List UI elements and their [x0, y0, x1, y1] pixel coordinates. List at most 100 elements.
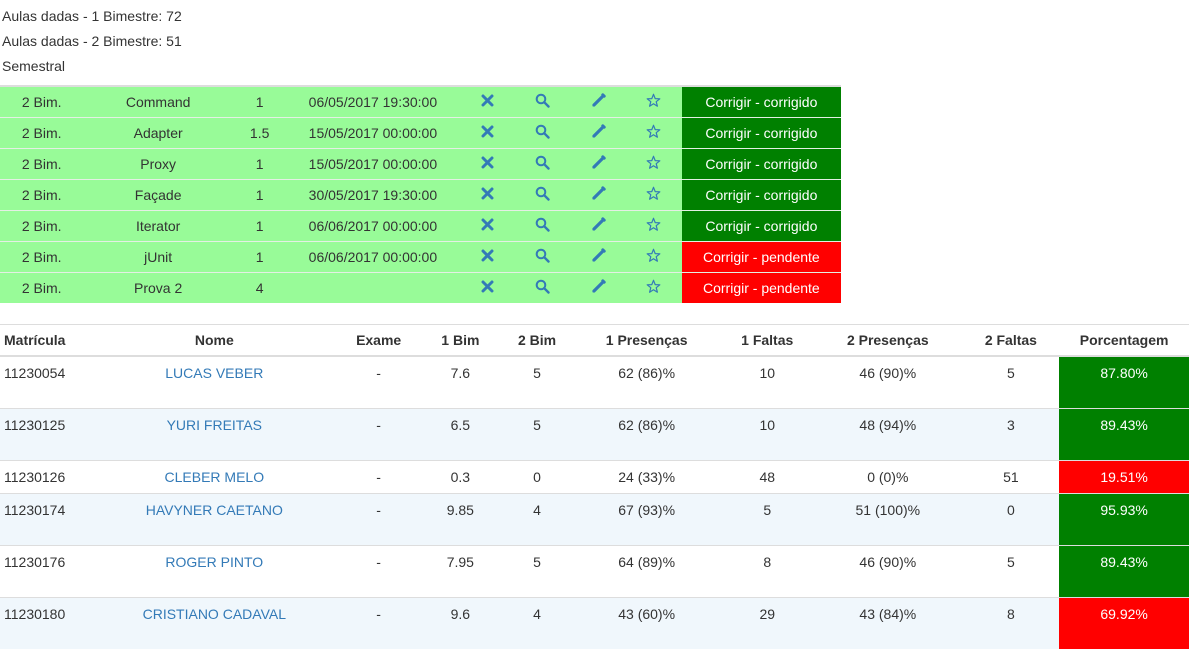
student-porcentagem: 95.93%: [1059, 494, 1189, 546]
edit-icon[interactable]: [591, 186, 606, 201]
assignment-name: Adapter: [83, 118, 233, 149]
correct-status-button[interactable]: Corrigir - corrigido: [682, 86, 841, 118]
header-bim1[interactable]: 1 Bim: [419, 325, 503, 357]
star-icon[interactable]: [646, 155, 661, 170]
star-icon[interactable]: [646, 279, 661, 294]
edit-icon[interactable]: [591, 93, 606, 108]
delete-icon[interactable]: [481, 218, 494, 231]
student-bim1: 7.95: [419, 546, 503, 598]
delete-icon[interactable]: [481, 125, 494, 138]
student-bim1: 9.6: [419, 598, 503, 649]
student-matricula: 11230176: [0, 546, 90, 598]
delete-icon[interactable]: [481, 280, 494, 293]
student-row: 11230180CRISTIANO CADAVAL-9.6443 (60)%29…: [0, 598, 1189, 649]
edit-icon[interactable]: [591, 248, 606, 263]
assignment-star-cell: [626, 211, 682, 242]
correct-status-button[interactable]: Corrigir - pendente: [682, 242, 841, 273]
search-icon[interactable]: [535, 217, 550, 232]
correct-status-button[interactable]: Corrigir - corrigido: [682, 118, 841, 149]
student-faltas2: 5: [963, 356, 1060, 409]
search-icon[interactable]: [535, 155, 550, 170]
header-exame[interactable]: Exame: [339, 325, 419, 357]
header-faltas1[interactable]: 1 Faltas: [721, 325, 813, 357]
edit-icon[interactable]: [591, 279, 606, 294]
assignment-delete-cell: [459, 242, 515, 273]
student-matricula: 11230054: [0, 356, 90, 409]
assignment-name: Façade: [83, 180, 233, 211]
student-name-link[interactable]: LUCAS VEBER: [90, 356, 339, 409]
header-pres2[interactable]: 2 Presenças: [813, 325, 963, 357]
student-faltas1: 5: [721, 494, 813, 546]
search-icon[interactable]: [535, 93, 550, 108]
student-name-link[interactable]: CRISTIANO CADAVAL: [90, 598, 339, 649]
student-presencas1: 43 (60)%: [572, 598, 722, 649]
delete-icon[interactable]: [481, 94, 494, 107]
star-icon[interactable]: [646, 217, 661, 232]
search-icon[interactable]: [535, 124, 550, 139]
student-porcentagem: 69.92%: [1059, 598, 1189, 649]
assignment-star-cell: [626, 86, 682, 118]
student-name-link[interactable]: HAVYNER CAETANO: [90, 494, 339, 546]
edit-icon[interactable]: [591, 155, 606, 170]
assignment-delete-cell: [459, 118, 515, 149]
assignment-weight: 1.5: [233, 118, 286, 149]
student-presencas1: 64 (89)%: [572, 546, 722, 598]
search-icon[interactable]: [535, 248, 550, 263]
student-bim2: 0: [502, 461, 572, 494]
assignment-search-cell: [515, 211, 571, 242]
correct-status-button[interactable]: Corrigir - pendente: [682, 273, 841, 304]
assignment-row: 2 Bim.jUnit106/06/2017 00:00:00Corrigir …: [0, 242, 841, 273]
student-name-link[interactable]: ROGER PINTO: [90, 546, 339, 598]
assignment-star-cell: [626, 118, 682, 149]
student-row: 11230176ROGER PINTO-7.95564 (89)%846 (90…: [0, 546, 1189, 598]
edit-icon[interactable]: [591, 217, 606, 232]
aulas-bim2-text: Aulas dadas - 2 Bimestre: 51: [2, 31, 182, 51]
student-bim2: 5: [502, 356, 572, 409]
student-row: 11230174HAVYNER CAETANO-9.85467 (93)%551…: [0, 494, 1189, 546]
period-text: Semestral: [2, 56, 65, 76]
correct-status-button[interactable]: Corrigir - corrigido: [682, 180, 841, 211]
assignment-edit-cell: [571, 86, 627, 118]
header-faltas2[interactable]: 2 Faltas: [963, 325, 1060, 357]
header-pres1[interactable]: 1 Presenças: [572, 325, 722, 357]
assignment-weight: 1: [233, 242, 286, 273]
student-bim2: 4: [502, 598, 572, 649]
delete-icon[interactable]: [481, 249, 494, 262]
assignment-weight: 4: [233, 273, 286, 304]
student-presencas2: 46 (90)%: [813, 356, 963, 409]
student-name-link[interactable]: YURI FREITAS: [90, 409, 339, 461]
student-bim1: 6.5: [419, 409, 503, 461]
student-name-link[interactable]: CLEBER MELO: [90, 461, 339, 494]
star-icon[interactable]: [646, 124, 661, 139]
correct-status-button[interactable]: Corrigir - corrigido: [682, 211, 841, 242]
assignment-edit-cell: [571, 118, 627, 149]
student-faltas1: 48: [721, 461, 813, 494]
student-presencas1: 62 (86)%: [572, 409, 722, 461]
star-icon[interactable]: [646, 93, 661, 108]
student-row: 11230054LUCAS VEBER-7.6562 (86)%1046 (90…: [0, 356, 1189, 409]
student-exame: -: [339, 461, 419, 494]
correct-status-button[interactable]: Corrigir - corrigido: [682, 149, 841, 180]
search-icon[interactable]: [535, 186, 550, 201]
edit-icon[interactable]: [591, 124, 606, 139]
delete-icon[interactable]: [481, 187, 494, 200]
assignment-star-cell: [626, 273, 682, 304]
assignment-date: [286, 273, 459, 304]
assignment-delete-cell: [459, 273, 515, 304]
search-icon[interactable]: [535, 279, 550, 294]
delete-icon[interactable]: [481, 156, 494, 169]
student-bim1: 7.6: [419, 356, 503, 409]
assignment-name: jUnit: [83, 242, 233, 273]
student-row: 11230126CLEBER MELO-0.3024 (33)%480 (0)%…: [0, 461, 1189, 494]
student-presencas2: 51 (100)%: [813, 494, 963, 546]
header-nome[interactable]: Nome: [90, 325, 339, 357]
assignment-bimestre: 2 Bim.: [0, 118, 83, 149]
assignment-name: Prova 2: [83, 273, 233, 304]
header-bim2[interactable]: 2 Bim: [502, 325, 572, 357]
star-icon[interactable]: [646, 186, 661, 201]
header-matricula[interactable]: Matrícula: [0, 325, 90, 357]
header-porcentagem[interactable]: Porcentagem: [1059, 325, 1189, 357]
assignment-edit-cell: [571, 242, 627, 273]
star-icon[interactable]: [646, 248, 661, 263]
assignment-date: 30/05/2017 19:30:00: [286, 180, 459, 211]
